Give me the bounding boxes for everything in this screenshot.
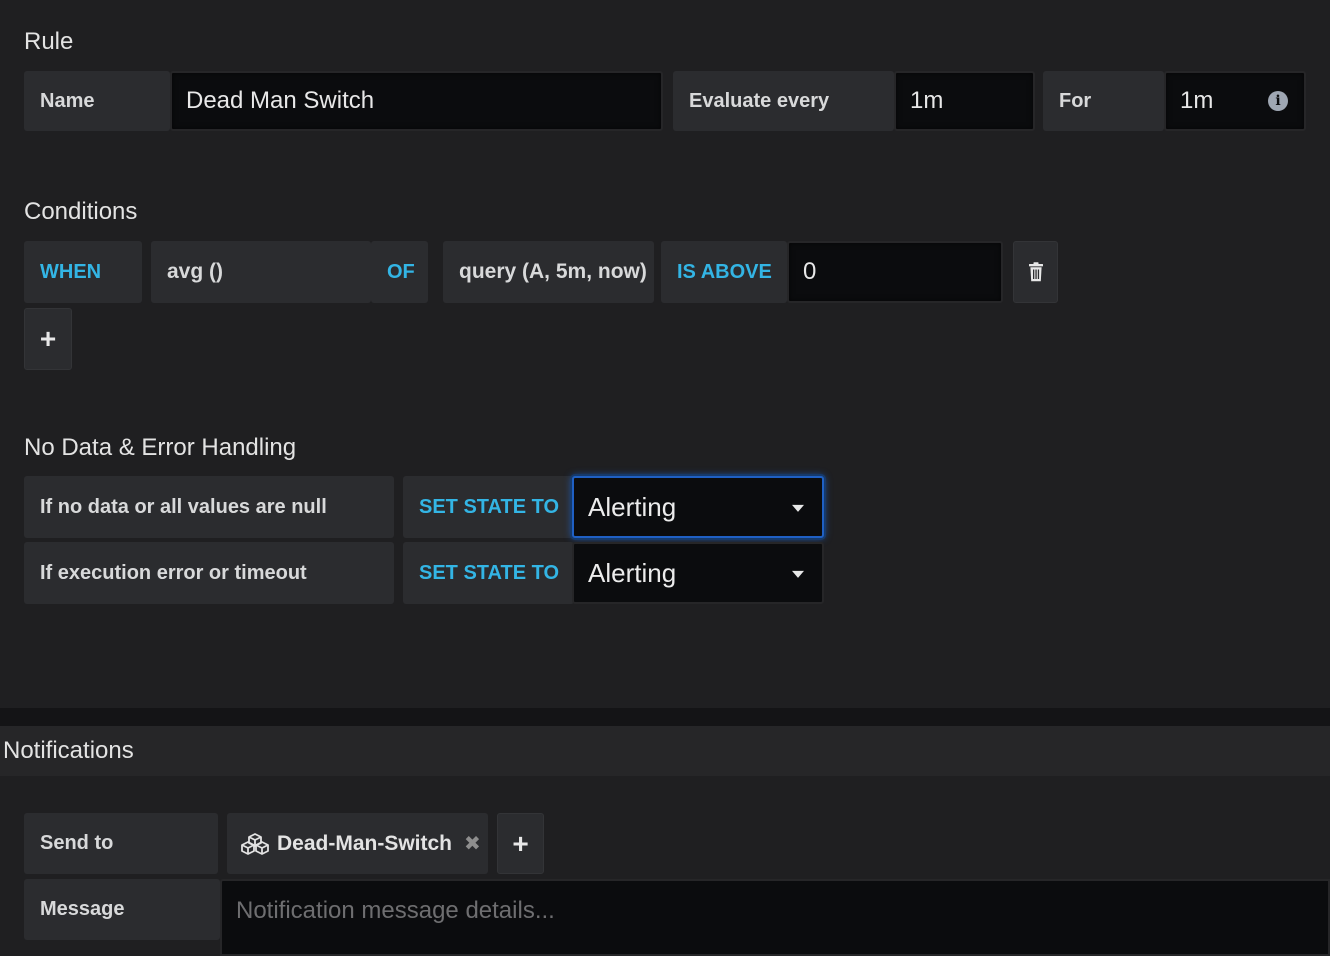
notifications-section-title: Notifications: [3, 737, 134, 764]
no-data-section-title: No Data & Error Handling: [24, 434, 297, 461]
exec-error-state-value: Alerting: [588, 557, 677, 588]
cubes-icon: [241, 832, 269, 855]
delete-condition-button[interactable]: [1013, 241, 1058, 303]
evaluate-every-value: 1m: [910, 87, 944, 114]
message-textarea[interactable]: Notification message details...: [220, 879, 1330, 956]
threshold-value: 0: [803, 258, 817, 285]
rule-name-input[interactable]: Dead Man Switch: [170, 71, 663, 131]
add-condition-button[interactable]: +: [24, 308, 72, 370]
remove-icon[interactable]: ✖: [464, 831, 481, 856]
add-notification-button[interactable]: +: [497, 813, 544, 874]
exec-error-label: If execution error or timeout: [24, 542, 394, 604]
no-data-state-value: Alerting: [588, 491, 677, 522]
notification-channel-tag: Dead-Man-Switch ✖: [227, 813, 488, 874]
for-value: 1m: [1180, 87, 1214, 114]
send-to-label: Send to: [24, 813, 218, 874]
rule-name-value: Dead Man Switch: [186, 87, 375, 114]
message-label: Message: [24, 879, 220, 940]
exec-error-state-select[interactable]: Alerting: [572, 542, 824, 604]
evaluate-every-input[interactable]: 1m: [894, 71, 1035, 131]
message-placeholder: Notification message details...: [236, 897, 555, 924]
for-input[interactable]: 1m i: [1164, 71, 1306, 131]
threshold-input[interactable]: 0: [787, 241, 1003, 303]
no-data-label: If no data or all values are null: [24, 476, 394, 538]
when-keyword: WHEN: [24, 241, 142, 303]
rule-section-title: Rule: [24, 28, 74, 55]
name-label: Name: [24, 71, 170, 131]
no-data-state-select[interactable]: Alerting: [572, 476, 824, 538]
evaluator-selector[interactable]: IS ABOVE: [661, 241, 787, 303]
trash-icon: [1028, 262, 1043, 282]
evaluate-every-label: Evaluate every: [673, 71, 894, 131]
info-icon[interactable]: i: [1268, 91, 1288, 111]
notification-channel-name: Dead-Man-Switch: [277, 831, 453, 855]
section-divider: [0, 708, 1330, 726]
notifications-header: Notifications: [0, 726, 1330, 776]
for-label: For: [1043, 71, 1164, 131]
query-selector[interactable]: query (A, 5m, now): [443, 241, 654, 303]
of-keyword: OF: [371, 241, 428, 303]
conditions-section-title: Conditions: [24, 198, 138, 225]
reducer-selector[interactable]: avg (): [151, 241, 371, 303]
no-data-set-state-keyword: SET STATE TO: [403, 476, 574, 538]
caret-down-icon: [792, 504, 804, 512]
exec-error-set-state-keyword: SET STATE TO: [403, 542, 574, 604]
caret-down-icon: [792, 570, 804, 578]
